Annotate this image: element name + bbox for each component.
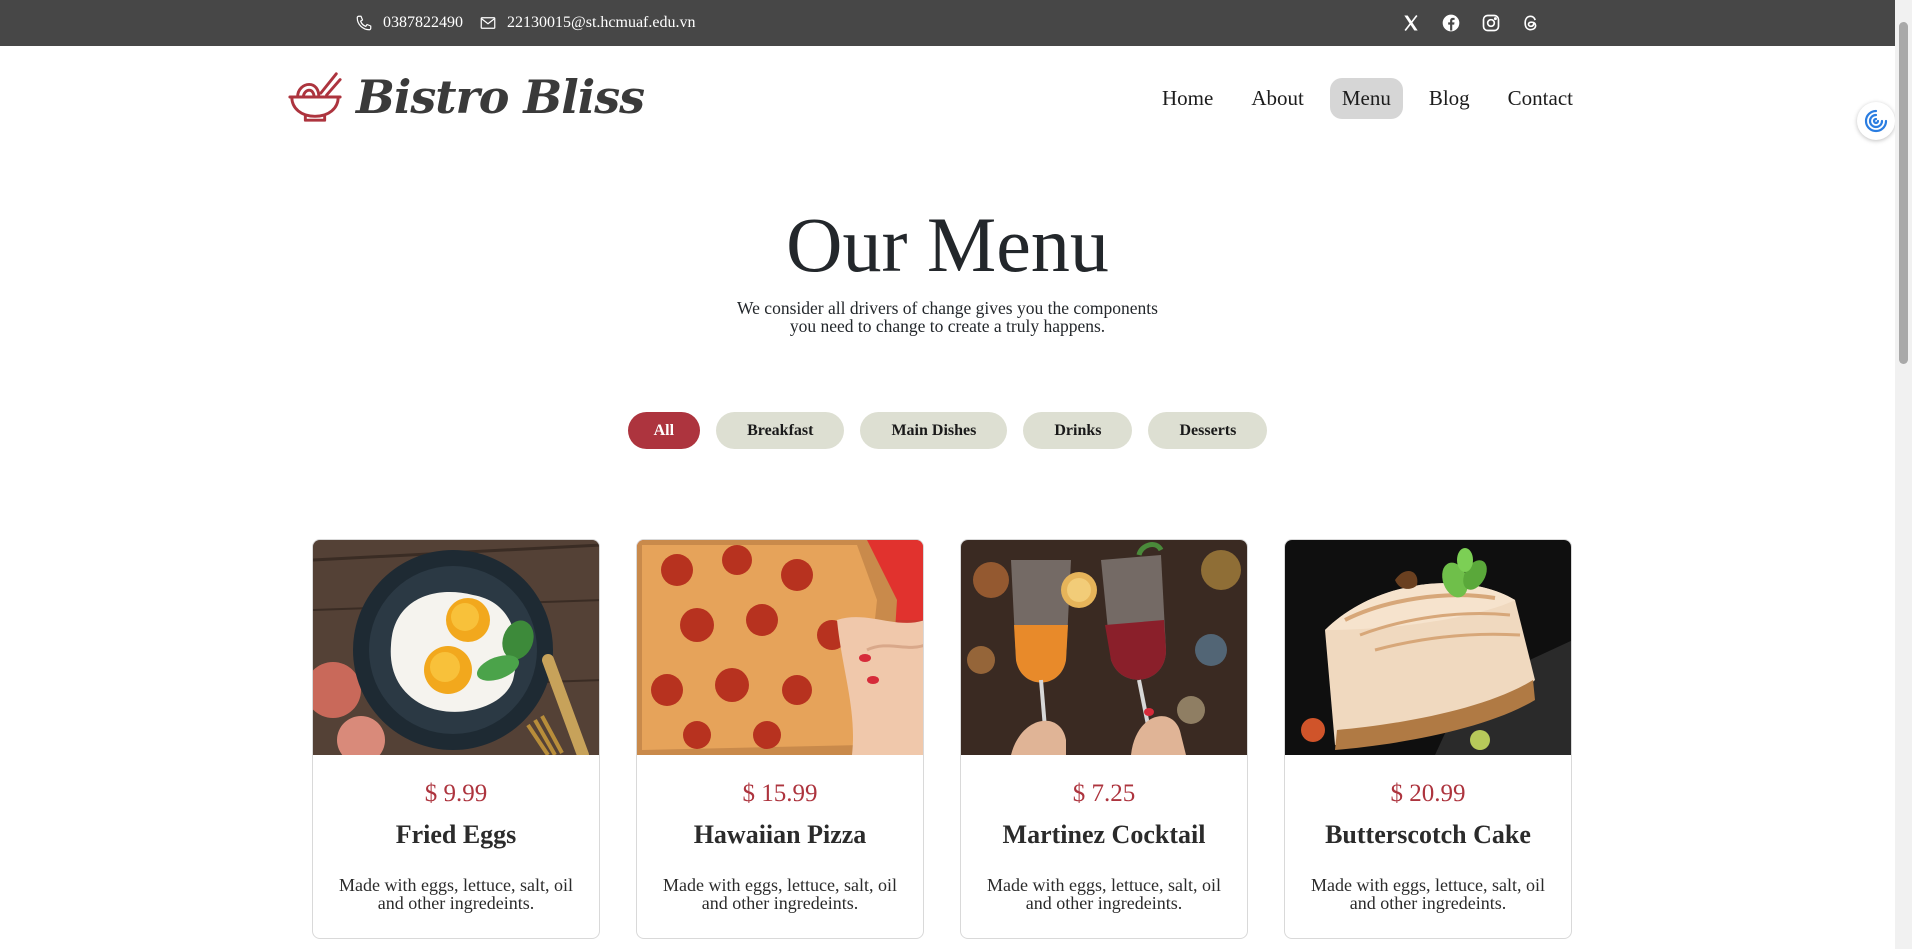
martinez-cocktail-image (961, 540, 1247, 755)
butterscotch-cake-image (1285, 540, 1571, 755)
page-scrollbar[interactable] (1895, 0, 1912, 949)
category-filters: All Breakfast Main Dishes Drinks Dessert… (0, 412, 1895, 449)
phone-icon (356, 15, 372, 31)
social-links (1401, 0, 1541, 46)
phone-number: 0387822490 (383, 14, 463, 31)
item-price: $ 9.99 (424, 780, 488, 807)
item-name: Hawaiian Pizza (693, 820, 867, 849)
item-description: Made with eggs, lettuce, salt, oil and o… (1311, 875, 1545, 913)
menu-card[interactable]: $ 9.99 Fried Eggs Made with eggs, lettuc… (312, 539, 600, 939)
hawaiian-pizza-image (637, 540, 923, 755)
item-name: Butterscotch Cake (1325, 820, 1531, 849)
filter-main-dishes[interactable]: Main Dishes (860, 412, 1008, 449)
menu-card[interactable]: $ 15.99 Hawaiian Pizza Made with eggs, l… (636, 539, 924, 939)
phone-contact[interactable]: 0387822490 (355, 14, 463, 32)
noodle-bowl-icon (288, 72, 342, 122)
instagram-icon[interactable] (1481, 13, 1501, 33)
item-name: Martinez Cocktail (1002, 820, 1206, 849)
item-price: $ 15.99 (742, 780, 818, 807)
nav-about[interactable]: About (1239, 78, 1316, 119)
filter-all[interactable]: All (627, 412, 701, 449)
scrollbar-thumb[interactable] (1899, 22, 1908, 364)
menu-card[interactable]: $ 7.25 Martinez Cocktail Made with eggs,… (960, 539, 1248, 939)
filter-breakfast[interactable]: Breakfast (716, 412, 845, 449)
subtitle-line-2: you need to change to create a truly hap… (789, 316, 1106, 336)
menu-card[interactable]: $ 20.99 Butterscotch Cake Made with eggs… (1284, 539, 1572, 939)
threads-icon[interactable] (1521, 13, 1541, 33)
email-contact[interactable]: 22130015@st.hcmuaf.edu.vn (479, 14, 695, 32)
item-price: $ 20.99 (1390, 780, 1466, 807)
item-description: Made with eggs, lettuce, salt, oil and o… (987, 875, 1221, 913)
item-price: $ 7.25 (1072, 780, 1136, 807)
filter-drinks[interactable]: Drinks (1023, 412, 1133, 449)
nav-menu[interactable]: Menu (1329, 78, 1403, 119)
x-icon[interactable] (1401, 13, 1421, 33)
item-name: Fried Eggs (395, 820, 517, 849)
item-description: Made with eggs, lettuce, salt, oil and o… (339, 875, 573, 913)
contact-info: 0387822490 22130015@st.hcmuaf.edu.vn (355, 0, 701, 46)
facebook-icon[interactable] (1441, 13, 1461, 33)
page-title: Our Menu (786, 201, 1109, 288)
main-nav: Home About Menu Blog Contact (1150, 78, 1585, 119)
top-contact-bar: 0387822490 22130015@st.hcmuaf.edu.vn (0, 0, 1912, 46)
mail-icon (480, 17, 496, 29)
page-subtitle: We consider all drivers of change gives … (720, 299, 1175, 335)
nav-contact[interactable]: Contact (1496, 78, 1585, 119)
brand-name: Bistro Bliss (356, 70, 645, 124)
item-description: Made with eggs, lettuce, salt, oil and o… (663, 875, 897, 913)
filter-desserts[interactable]: Desserts (1148, 412, 1268, 449)
nav-home[interactable]: Home (1150, 78, 1225, 119)
brand-logo[interactable]: Bistro Bliss (286, 68, 645, 126)
subtitle-line-1: We consider all drivers of change gives … (737, 298, 1158, 318)
fried-eggs-image (313, 540, 599, 755)
assistant-icon[interactable] (1857, 102, 1895, 140)
email-address: 22130015@st.hcmuaf.edu.vn (507, 14, 696, 31)
nav-blog[interactable]: Blog (1417, 78, 1482, 119)
